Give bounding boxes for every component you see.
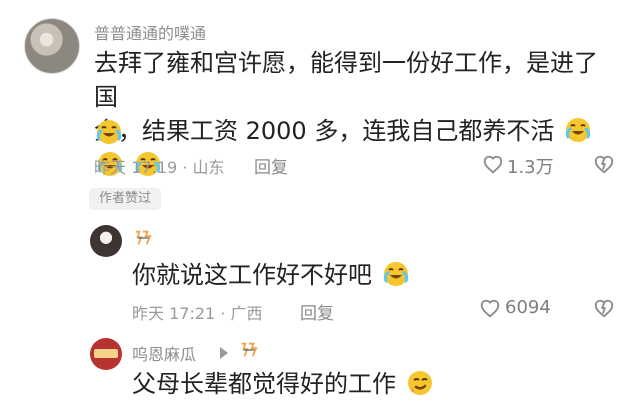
like-count: 6094 xyxy=(505,297,551,318)
laughing-crying-emoji-icon xyxy=(383,262,408,286)
reply-arrow-icon xyxy=(220,347,228,359)
laughing-crying-emoji-icon xyxy=(96,120,122,144)
smirk-emoji-icon xyxy=(407,371,432,395)
comment-meta: 昨天 17:19 · 山东 xyxy=(94,158,225,177)
avatar[interactable] xyxy=(90,225,122,257)
avatar[interactable] xyxy=(90,338,122,370)
username[interactable]: 普普通通的噗通 xyxy=(94,20,206,44)
like-count: 1.3万 xyxy=(507,157,554,178)
avatar[interactable] xyxy=(24,18,80,74)
heart-icon[interactable] xyxy=(482,154,504,176)
reply-button[interactable]: 回复 xyxy=(300,299,334,324)
reply-text-content: 你就说这工作好不好吧 xyxy=(132,261,372,289)
reply-text: 你就说这工作好不好吧 xyxy=(132,258,410,292)
reply-button[interactable]: 回复 xyxy=(254,153,288,178)
reply-text: 父母长辈都觉得好的工作 xyxy=(132,367,434,401)
heart-icon[interactable] xyxy=(479,298,501,320)
broken-heart-icon[interactable] xyxy=(593,154,615,176)
comment-line-2-text: 企，结果工资 2000 多，连我自己都养不活 xyxy=(94,117,555,145)
comment-line-1: 去拜了雍和宫许愿，能得到一份好工作，是进了国 xyxy=(94,49,598,111)
reply-username[interactable]: 呜恩麻瓜 xyxy=(132,341,196,365)
reply-text-content: 父母长辈都觉得好的工作 xyxy=(132,370,396,398)
author-sign-icon xyxy=(241,342,258,357)
author-badge: 作者赞过 xyxy=(89,188,161,210)
reply-meta: 昨天 17:21 · 广西 xyxy=(132,304,263,323)
author-sign-icon xyxy=(135,230,152,245)
laughing-crying-emoji-icon xyxy=(565,118,591,142)
broken-heart-icon[interactable] xyxy=(593,298,615,320)
